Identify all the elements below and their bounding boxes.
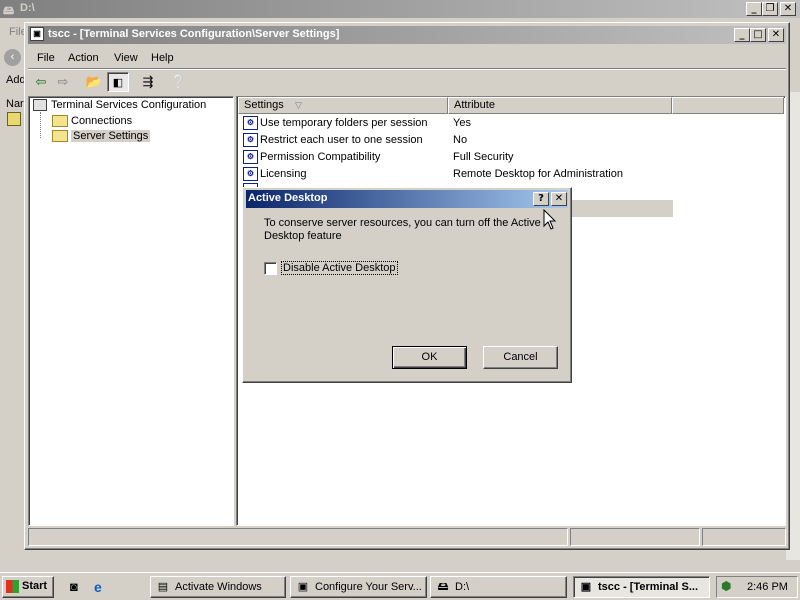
tree-item-connections-label: Connections [71, 115, 133, 127]
folder-icon [52, 115, 68, 128]
help-topics-icon[interactable]: ❔ [168, 72, 190, 92]
background-column-name: Nar [6, 98, 24, 110]
setting-attribute: Full Security [453, 151, 514, 163]
setting-attribute: Remote Desktop for Administration [453, 168, 623, 180]
main-maximize-button[interactable]: □ [750, 28, 766, 42]
dialog-help-button[interactable]: ? [533, 192, 549, 206]
disable-active-desktop-label[interactable]: Disable Active Desktop [281, 261, 398, 275]
drive-icon: 🖴 [3, 5, 15, 17]
status-bar-panel [702, 528, 786, 546]
drive-icon: 🖴 [437, 581, 449, 593]
list-item[interactable]: ⚙ Permission Compatibility Full Security [240, 149, 710, 166]
task-activate-windows-label: Activate Windows [175, 581, 262, 593]
column-header-attribute-label: Attribute [454, 99, 495, 111]
background-close-button[interactable]: ✕ [780, 2, 796, 16]
menu-separator [28, 68, 786, 70]
clock[interactable]: 2:46 PM [747, 581, 788, 593]
selected-row-highlight[interactable] [571, 200, 673, 217]
setting-attribute: Yes [453, 117, 471, 129]
tree-pane[interactable] [28, 96, 234, 526]
background-back-icon[interactable]: ‹ [4, 49, 21, 66]
task-configure-your-server[interactable]: ▣ Configure Your Serv... [290, 576, 427, 598]
tree-item-server-settings[interactable]: Server Settings [52, 130, 151, 143]
setting-name: Use temporary folders per session [260, 117, 428, 129]
up-folder-icon[interactable]: 📂 [83, 72, 105, 92]
mouse-cursor-icon [543, 209, 557, 230]
back-arrow-icon[interactable]: ⇦ [30, 72, 52, 92]
task-activate-windows[interactable]: ▤ Activate Windows [150, 576, 286, 598]
tree-root-label: Terminal Services Configuration [51, 99, 207, 111]
mmc-icon: ▣ [30, 27, 44, 41]
setup-icon: ▤ [157, 581, 169, 593]
status-bar-panel [28, 528, 568, 546]
internet-explorer-icon[interactable]: e [94, 579, 102, 595]
server-icon: ▣ [297, 581, 309, 593]
setting-icon: ⚙ [243, 150, 258, 164]
cancel-button[interactable]: Cancel [483, 346, 558, 369]
disable-active-desktop-checkbox[interactable] [264, 262, 277, 275]
setting-icon: ⚙ [243, 116, 258, 130]
forward-arrow-icon[interactable]: ⇨ [52, 72, 74, 92]
show-tree-icon[interactable]: ◧ [107, 72, 129, 92]
background-address-label: Add [6, 74, 26, 86]
tray-icon[interactable]: ⬢ [721, 579, 731, 593]
start-label: Start [22, 580, 48, 592]
setting-icon: ⚙ [243, 167, 258, 181]
dialog-titlebar[interactable]: Active Desktop [246, 190, 568, 208]
setting-name: Permission Compatibility [260, 151, 381, 163]
column-header-attribute[interactable]: Attribute [448, 97, 672, 114]
tree-root[interactable]: Terminal Services Configuration [33, 99, 207, 112]
status-bar-panel [570, 528, 700, 546]
setting-name: Restrict each user to one session [260, 134, 423, 146]
dialog-title: Active Desktop [248, 192, 328, 204]
background-file-icon [7, 112, 21, 126]
main-window-titlebar[interactable]: ▣ tscc - [Terminal Services Configuratio… [28, 26, 786, 44]
tree-connector [40, 112, 52, 138]
mmc-icon: ▣ [580, 581, 592, 593]
background-window-titlebar[interactable]: 🖴 D:\ [0, 0, 800, 18]
setting-attribute: No [453, 134, 468, 146]
windows-logo-icon [6, 580, 19, 593]
open-folder-icon [52, 130, 68, 143]
column-header-settings[interactable]: Settings ▽ [238, 97, 448, 114]
show-desktop-icon[interactable]: ◙ [70, 579, 78, 594]
background-restore-button[interactable]: ❐ [762, 2, 778, 16]
background-minimize-button[interactable]: _ [746, 2, 762, 16]
background-window-title: D:\ [20, 2, 35, 14]
task-configure-your-server-label: Configure Your Serv... [315, 581, 422, 593]
dialog-close-button[interactable]: ✕ [551, 192, 567, 206]
tree-item-server-settings-label: Server Settings [71, 130, 151, 142]
start-button[interactable]: Start [2, 576, 54, 598]
setting-name: Licensing [260, 168, 307, 180]
menu-action[interactable]: Action [68, 52, 99, 64]
list-item[interactable]: ⚙ Licensing Remote Desktop for Administrat… [240, 166, 710, 183]
column-header-settings-label: Settings [244, 99, 284, 111]
system-tray: ⬢ 2:46 PM [716, 576, 798, 598]
computer-icon [33, 99, 47, 112]
task-tscc-label: tscc - [Terminal S... [598, 581, 699, 593]
menu-view[interactable]: View [114, 52, 138, 64]
sort-arrow-icon: ▽ [295, 100, 302, 110]
task-d-drive-label: D:\ [455, 581, 470, 593]
list-item[interactable]: ⚙ Use temporary folders per session Yes [240, 115, 710, 132]
tree-item-connections[interactable]: Connections [52, 115, 133, 128]
main-close-button[interactable]: ✕ [768, 28, 784, 42]
menu-help[interactable]: Help [151, 52, 174, 64]
menu-file[interactable]: File [37, 52, 55, 64]
main-minimize-button[interactable]: _ [734, 28, 750, 42]
task-d-drive[interactable]: 🖴 D:\ [430, 576, 567, 598]
ok-button[interactable]: OK [392, 346, 467, 369]
list-item[interactable]: ⚙ Restrict each user to one session No [240, 132, 710, 149]
main-window-title: tscc - [Terminal Services Configuration\… [48, 28, 340, 40]
column-header-empty[interactable] [672, 97, 784, 114]
export-list-icon[interactable]: ⇶ [137, 72, 159, 92]
dialog-message: To conserve server resources, you can tu… [264, 217, 541, 242]
setting-icon: ⚙ [243, 133, 258, 147]
task-tscc[interactable]: ▣ tscc - [Terminal S... [573, 576, 710, 598]
